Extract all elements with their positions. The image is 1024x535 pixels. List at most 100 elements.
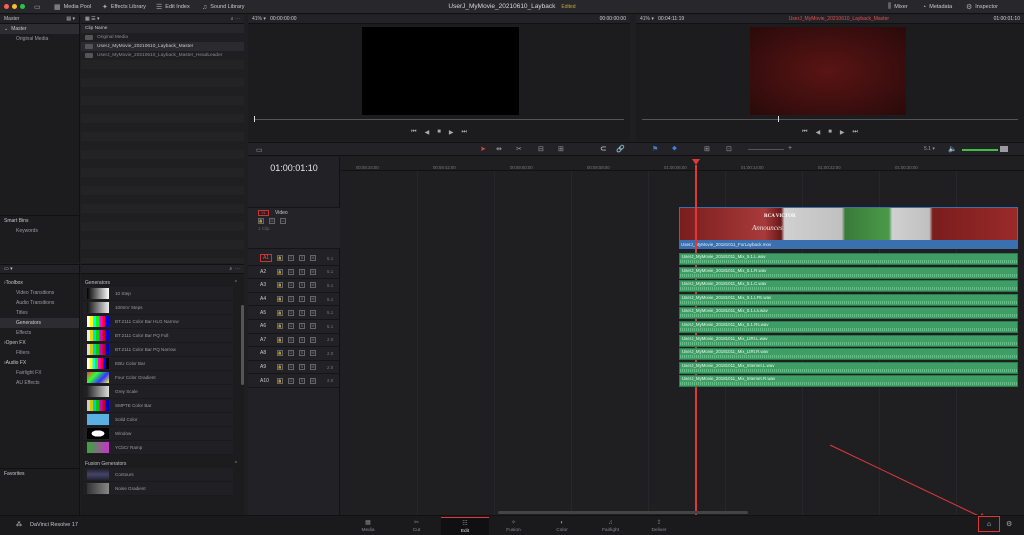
inspector-button[interactable]: ⚙ Inspector <box>966 0 998 14</box>
timeline-name[interactable]: UserJ_MyMovie_20210610_Layback_Master <box>789 16 889 22</box>
effects-tree-item[interactable]: Filters <box>0 348 79 358</box>
zoom-slider[interactable] <box>748 149 784 150</box>
auto-select-icon[interactable]: ⊡ <box>288 364 294 371</box>
generator-item[interactable]: Four Color Gradient <box>83 371 233 385</box>
lock-icon[interactable]: 🔒 <box>277 296 283 303</box>
fusion-generators-header[interactable]: Fusion Generators ⌃ <box>81 459 244 468</box>
track-id[interactable]: A7 <box>260 337 272 343</box>
track-id[interactable]: A9 <box>260 364 272 370</box>
volume-slider[interactable] <box>962 149 998 151</box>
auto-select-icon[interactable]: ⊡ <box>288 255 294 262</box>
video-clip-label[interactable]: UserJ_MyMovie_20181011_ForLayback.mov <box>679 241 1018 249</box>
effects-tree-item[interactable]: Audio Transitions <box>0 298 79 308</box>
mute-button[interactable]: M <box>310 309 316 316</box>
bin-master[interactable]: ⌄ Master <box>0 24 79 34</box>
audio-clip[interactable]: UserJ_MyMovie_20181011_Mix_LtRt.L.wav <box>679 334 1018 347</box>
effects-tree-item[interactable]: Fairlight FX <box>0 368 79 378</box>
auto-select-icon[interactable]: ⊡ <box>288 268 294 275</box>
mixer-button[interactable]: ⫼ Mixer <box>888 0 908 14</box>
auto-select-icon[interactable]: ⊡ <box>288 296 294 303</box>
clip-row[interactable]: Original Media <box>81 33 244 42</box>
clip-row[interactable]: UserJ_MyMovie_20210610_Layback_Master_He… <box>81 51 244 60</box>
lock-icon[interactable]: 🔒 <box>277 336 283 343</box>
timeline-zoom[interactable]: 41% <box>640 16 650 22</box>
snapping-icon[interactable]: ⊂ <box>600 144 607 153</box>
audio-clip[interactable]: UserJ_MyMovie_20181011_Mix_LtRt.R.wav <box>679 348 1018 361</box>
auto-select-icon[interactable]: ⊡ <box>288 336 294 343</box>
solo-button[interactable]: S <box>299 323 305 330</box>
mute-button[interactable]: M <box>310 377 316 384</box>
stop-icon[interactable]: ■ <box>437 129 441 135</box>
audio-channel-select[interactable]: 5.1 ▾ <box>924 146 935 152</box>
smart-bin-keywords[interactable]: Keywords <box>0 226 80 236</box>
lock-icon[interactable]: 🔒 <box>277 323 283 330</box>
trim-tool-icon[interactable]: ⇹ <box>496 145 502 153</box>
solo-button[interactable]: S <box>299 296 305 303</box>
auto-select-icon[interactable]: ⊡ <box>288 377 294 384</box>
audio-clip[interactable]: UserJ_MyMovie_20181011_Mix_5.1.LFE.wav <box>679 293 1018 306</box>
timeline-timecode[interactable]: 01:00:01:10 <box>248 163 340 173</box>
list-view-icon[interactable]: ▦ ☰ ▾ <box>85 16 100 22</box>
reverse-icon[interactable]: ◀ <box>816 129 821 136</box>
timeline-scrubber[interactable] <box>642 119 1018 120</box>
track-id[interactable]: A2 <box>260 269 272 275</box>
zoom-full-icon[interactable]: ⊞ <box>704 145 710 153</box>
insert-clip-icon[interactable]: ⊟ <box>538 145 544 153</box>
track-id[interactable]: A4 <box>260 296 272 302</box>
generator-item[interactable]: 10 Step <box>83 287 233 301</box>
project-manager-home-button[interactable]: ⌂ <box>978 516 1000 532</box>
speaker-icon[interactable]: 🔈 <box>948 145 957 153</box>
effects-tree-item[interactable]: › Toolbox <box>0 278 79 288</box>
source-playhead[interactable] <box>254 116 255 122</box>
video-clip-thumbnail[interactable]: RCA VICTOR Announces <box>679 207 1018 241</box>
auto-select-icon[interactable]: ⊡ <box>288 282 294 289</box>
monitor-icon[interactable]: ▭ <box>280 218 286 224</box>
generator-item[interactable]: EBU Color Bar <box>83 357 233 371</box>
source-zoom[interactable]: 41% <box>252 16 262 22</box>
project-settings-gear-icon[interactable]: ⚙ <box>1006 520 1012 528</box>
effects-tree-item[interactable]: Video Transitions <box>0 288 79 298</box>
timeline-viewer-playhead[interactable] <box>778 116 779 122</box>
track-id[interactable]: A10 <box>260 378 272 384</box>
source-scrubber[interactable] <box>254 119 624 120</box>
generator-item[interactable]: Solid Color <box>83 413 233 427</box>
overwrite-clip-icon[interactable]: ⊞ <box>558 145 564 153</box>
auto-select-icon[interactable]: ⊡ <box>269 218 275 224</box>
clip-name-column-header[interactable]: Clip Name <box>81 24 244 33</box>
page-tab-fusion[interactable]: ✧ Fusion <box>490 517 538 535</box>
audio-clip[interactable]: UserJ_MyMovie_20181011_Mix_5.1.Rs.wav <box>679 321 1018 333</box>
skip-start-icon[interactable]: ⏮ <box>411 129 416 136</box>
skip-start-icon[interactable]: ⏮ <box>802 129 807 136</box>
flag-icon[interactable]: ⚑ <box>652 145 658 153</box>
lock-icon[interactable]: 🔒 <box>277 282 283 289</box>
track-id[interactable]: V1 <box>258 210 269 216</box>
audio-clip[interactable]: UserJ_MyMovie_20181011_Mix_Internet.L.wa… <box>679 361 1018 374</box>
meter-icon[interactable] <box>1000 146 1008 152</box>
view-mode-icon[interactable]: ▤ ▾ <box>66 16 75 22</box>
marker-icon[interactable]: ⬥ <box>672 145 677 153</box>
mute-button[interactable]: M <box>310 255 316 262</box>
metadata-button[interactable]: ◔ Metadata <box>922 0 952 14</box>
clip-row[interactable]: UserJ_MyMovie_20210610_Layback_Master <box>81 42 244 51</box>
mute-button[interactable]: M <box>310 323 316 330</box>
effects-tree-item[interactable]: AU Effects <box>0 378 79 388</box>
solo-button[interactable]: S <box>299 255 305 262</box>
lock-icon[interactable]: 🔒 <box>277 255 283 262</box>
page-tab-media[interactable]: ▦ Media <box>344 517 392 535</box>
audio-clip[interactable]: UserJ_MyMovie_20181011_Mix_Internet.R.wa… <box>679 375 1018 388</box>
auto-select-icon[interactable]: ⊡ <box>288 309 294 316</box>
bin-original-media[interactable]: Original Media <box>0 34 79 44</box>
skip-end-icon[interactable]: ⏭ <box>852 129 857 136</box>
mute-button[interactable]: M <box>310 350 316 357</box>
page-tab-edit[interactable]: ☷ Edit <box>441 517 489 535</box>
favorites-header[interactable]: Favorites <box>0 468 80 478</box>
lock-icon[interactable]: 🔒 <box>277 364 283 371</box>
mute-button[interactable]: M <box>310 282 316 289</box>
linked-selection-icon[interactable]: 🔗 <box>616 145 625 153</box>
generator-item[interactable]: BT.2111 Color Bar PQ Narrow <box>83 343 233 357</box>
page-tab-cut[interactable]: ✂ Cut <box>393 517 441 535</box>
mute-button[interactable]: M <box>310 336 316 343</box>
blade-tool-icon[interactable]: ✂ <box>516 145 522 153</box>
search-icon[interactable]: ⌕ ⋯ <box>229 266 240 272</box>
solo-button[interactable]: S <box>299 336 305 343</box>
